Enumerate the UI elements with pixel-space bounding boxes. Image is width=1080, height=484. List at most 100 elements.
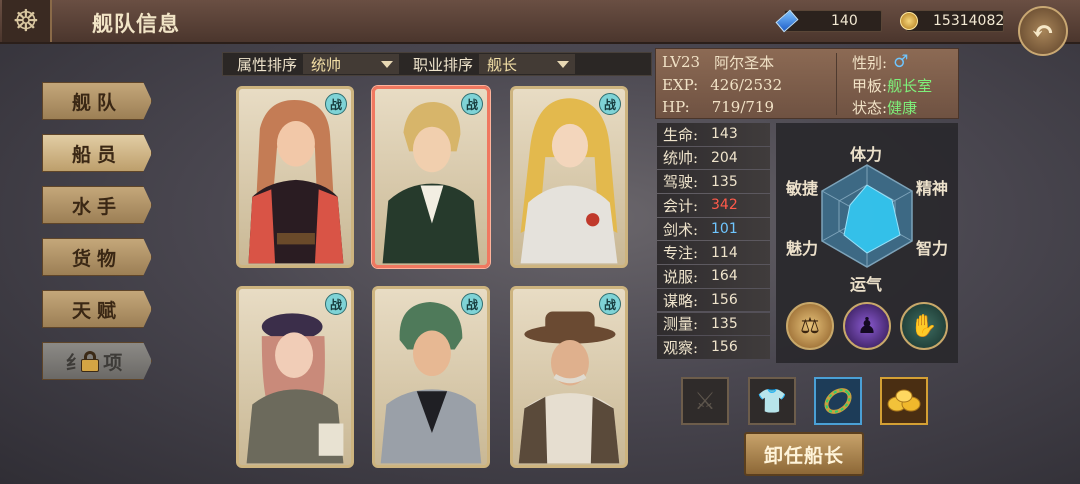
lock-icon xyxy=(81,351,99,372)
radar-label-lower-right: 智力 xyxy=(916,239,949,258)
male-icon: ♂ xyxy=(893,52,909,72)
resign-captain-button[interactable]: 卸任船长 xyxy=(744,432,864,476)
stat-row: 统帅: 204 xyxy=(657,146,770,170)
stat-value: 156 xyxy=(711,292,738,309)
crew-portrait-explorer xyxy=(518,311,620,464)
combat-badge: 战 xyxy=(461,93,483,115)
coin-counter: 15314082 xyxy=(900,10,1005,32)
skill-slot[interactable]: ✋ xyxy=(900,302,948,350)
crew-card[interactable]: 战 xyxy=(510,86,628,268)
combat-badge: 战 xyxy=(599,93,621,115)
nav-talent[interactable]: 天赋 xyxy=(42,290,152,328)
info-divider xyxy=(836,53,837,115)
combat-badge: 战 xyxy=(461,293,483,315)
deck-label: 甲板: xyxy=(852,76,888,95)
attr-sort-value: 统帅 xyxy=(311,55,342,74)
armor-slot-icon: 👕 xyxy=(757,387,787,415)
crew-portrait-blonde-knight xyxy=(520,98,618,264)
stat-label: 观察: xyxy=(663,338,699,357)
radar-label-lower-left: 魅力 xyxy=(786,239,819,258)
coin-amount: 15314082 xyxy=(933,13,1005,29)
emerald-ring-icon xyxy=(824,388,852,414)
top-bar: ☸ 舰队信息 140 15314082 xyxy=(0,0,1080,44)
stat-row: 测量: 135 xyxy=(657,312,770,335)
sort-bar: 属性排序 统帅 职业排序 舰长 xyxy=(222,52,652,76)
deck-value: 舰长室 xyxy=(887,76,933,95)
job-sort-value: 舰长 xyxy=(487,55,518,74)
stat-label: 测量: xyxy=(663,315,699,334)
hp-label: HP: xyxy=(662,98,690,116)
skill-slot[interactable]: ♟ xyxy=(843,302,891,350)
radar-label-upper-left: 敏捷 xyxy=(786,179,819,198)
crew-card-selected[interactable]: 战 xyxy=(372,86,490,268)
crew-portrait-green-haired-youth xyxy=(380,302,482,464)
sword-slot-icon: ⚔ xyxy=(694,387,716,415)
stat-row: 会计: 342 xyxy=(657,194,770,217)
chevron-down-icon xyxy=(557,61,570,68)
nav-cargo[interactable]: 货物 xyxy=(42,238,152,276)
stat-row: 说服: 164 xyxy=(657,265,770,288)
stat-row: 观察: 156 xyxy=(657,336,770,359)
stat-label: 说服: xyxy=(663,267,699,286)
coin-icon xyxy=(897,9,921,33)
radar-chart xyxy=(821,164,913,268)
nav-cargo-label: 货物 xyxy=(71,247,122,270)
radar-label-upper-right: 精神 xyxy=(916,179,949,198)
equip-slot-treasure[interactable] xyxy=(880,377,928,425)
nav-crew[interactable]: 船员 xyxy=(42,134,152,172)
stat-row: 剑术: 101 xyxy=(657,217,770,241)
stat-label: 剑术: xyxy=(663,220,699,239)
nav-crew-label: 船员 xyxy=(71,143,122,166)
stat-value: 114 xyxy=(711,244,738,261)
stat-value: 342 xyxy=(711,197,738,214)
nav-talent-label: 天赋 xyxy=(71,299,122,322)
stat-label: 谋略: xyxy=(663,291,699,310)
stat-value: 135 xyxy=(711,315,738,332)
crew-portrait-blond-officer xyxy=(382,102,480,264)
hp-value: 719/719 xyxy=(711,98,775,116)
back-arrow-icon: ↶ xyxy=(1031,14,1055,48)
stat-value: 204 xyxy=(711,149,738,166)
crew-card[interactable]: 战 xyxy=(510,286,628,468)
gold-nuggets-icon xyxy=(887,389,921,412)
stat-row: 生命: 143 xyxy=(657,123,770,146)
equip-slot-weapon[interactable]: ⚔ xyxy=(681,377,729,425)
attr-sort-dropdown[interactable]: 统帅 xyxy=(303,54,400,74)
captain-name: 阿尔圣本 xyxy=(714,53,775,72)
job-sort-label: 职业排序 xyxy=(413,55,474,74)
page-title: 舰队信息 xyxy=(92,11,180,36)
nav-fleet[interactable]: 舰队 xyxy=(42,82,152,120)
gender-label: 性别: xyxy=(852,53,888,72)
crew-card[interactable]: 战 xyxy=(236,86,354,268)
stat-value: 101 xyxy=(711,221,738,237)
exp-label: EXP: xyxy=(662,76,699,94)
stat-label: 统帅: xyxy=(663,149,699,168)
ship-wheel-icon[interactable]: ☸ xyxy=(2,0,52,42)
combat-badge: 战 xyxy=(325,93,347,115)
stat-value: 156 xyxy=(711,339,738,356)
stat-row: 谋略: 156 xyxy=(657,288,770,312)
nav-sailors[interactable]: 水手 xyxy=(42,186,152,224)
skill-slot[interactable]: ⚖ xyxy=(786,302,834,350)
back-button[interactable]: ↶ xyxy=(1018,6,1068,56)
captain-info-panel: LV23 阿尔圣本 EXP: 426/2532 HP: 719/719 性别: ♂ 甲板… xyxy=(655,48,959,119)
nav-sailors-label: 水手 xyxy=(71,195,122,218)
crew-card[interactable]: 战 xyxy=(236,286,354,468)
nav-locked-item[interactable]: 纟 项 xyxy=(42,342,152,380)
equip-slot-armor[interactable]: 👕 xyxy=(748,377,796,425)
stat-label: 专注: xyxy=(663,244,699,263)
crew-card[interactable]: 战 xyxy=(372,286,490,468)
radar-label-top: 体力 xyxy=(850,145,883,164)
stat-label: 驾驶: xyxy=(663,173,699,192)
crew-portrait-red-haired-woman xyxy=(248,100,344,264)
stat-value: 164 xyxy=(711,268,738,285)
job-sort-dropdown[interactable]: 舰长 xyxy=(479,54,576,74)
equip-slot-ring[interactable] xyxy=(814,377,862,425)
stat-row: 驾驶: 135 xyxy=(657,170,770,193)
shadow-figure-icon: ♟ xyxy=(857,313,877,339)
chevron-down-icon xyxy=(381,61,394,68)
status-value: 健康 xyxy=(887,98,918,117)
exp-value: 426/2532 xyxy=(710,76,783,94)
stat-value: 135 xyxy=(711,173,738,190)
status-label: 状态: xyxy=(852,98,888,117)
